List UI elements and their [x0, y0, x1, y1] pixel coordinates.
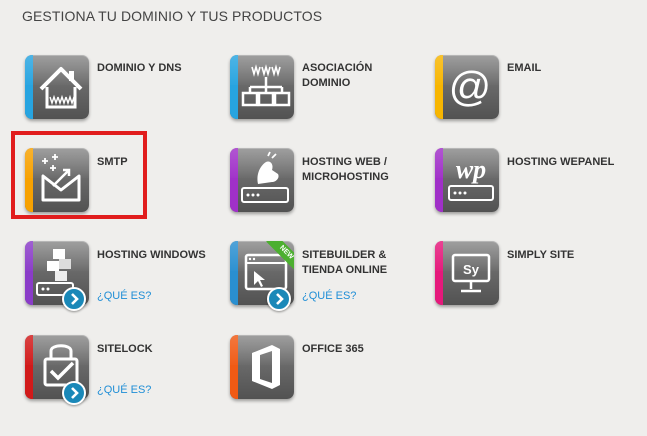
- hosting-windows-label[interactable]: HOSTING WINDOWS: [97, 248, 217, 263]
- simply-site-tile[interactable]: Sy: [435, 241, 499, 305]
- hosting-wepanel-label[interactable]: HOSTING WEPANEL: [507, 155, 627, 170]
- smtp-highlight-box: [11, 131, 147, 219]
- sitebuilder-label[interactable]: SITEBUILDER & TIENDA ONLINE: [302, 248, 422, 278]
- info-arrow-icon[interactable]: [62, 381, 86, 405]
- sitelock-label[interactable]: SITELOCK: [97, 342, 217, 357]
- wp-server-icon: wp: [448, 155, 494, 201]
- server-hand-icon: [241, 151, 289, 203]
- svg-text:wp: wp: [456, 155, 486, 184]
- email-tile[interactable]: @: [435, 55, 499, 119]
- monitor-sy-text: Sy: [463, 262, 480, 277]
- domain-tree-icon: [241, 64, 291, 107]
- hosting-windows-info-link[interactable]: ¿QUÉ ES?: [97, 290, 151, 302]
- asociacion-dominio-label[interactable]: ASOCIACIÓN DOMINIO: [302, 61, 422, 91]
- office-365-label[interactable]: OFFICE 365: [302, 342, 422, 357]
- info-arrow-icon[interactable]: [62, 287, 86, 311]
- svg-text:@: @: [449, 63, 492, 110]
- office-logo-icon: [252, 345, 280, 389]
- sitebuilder-info-link[interactable]: ¿QUÉ ES?: [302, 290, 356, 302]
- info-arrow-icon[interactable]: [267, 287, 291, 311]
- hosting-web-tile[interactable]: [230, 148, 294, 212]
- dominio-dns-tile[interactable]: [25, 55, 89, 119]
- monitor-sy-icon: Sy: [451, 253, 491, 293]
- asociacion-dominio-tile[interactable]: [230, 55, 294, 119]
- dominio-dns-label[interactable]: DOMINIO Y DNS: [97, 61, 217, 76]
- simply-site-label[interactable]: SIMPLY SITE: [507, 248, 627, 263]
- sitelock-info-link[interactable]: ¿QUÉ ES?: [97, 384, 151, 396]
- new-badge: NEW: [264, 241, 294, 271]
- house-www-icon: [39, 67, 83, 109]
- page-title: GESTIONA TU DOMINIO Y TUS PRODUCTOS: [22, 8, 323, 24]
- hosting-web-label[interactable]: HOSTING WEB / MICROHOSTING: [302, 155, 422, 185]
- office-365-tile[interactable]: [230, 335, 294, 399]
- at-sign-icon: @: [449, 63, 492, 110]
- hosting-wepanel-tile[interactable]: wp: [435, 148, 499, 212]
- email-label[interactable]: EMAIL: [507, 61, 627, 76]
